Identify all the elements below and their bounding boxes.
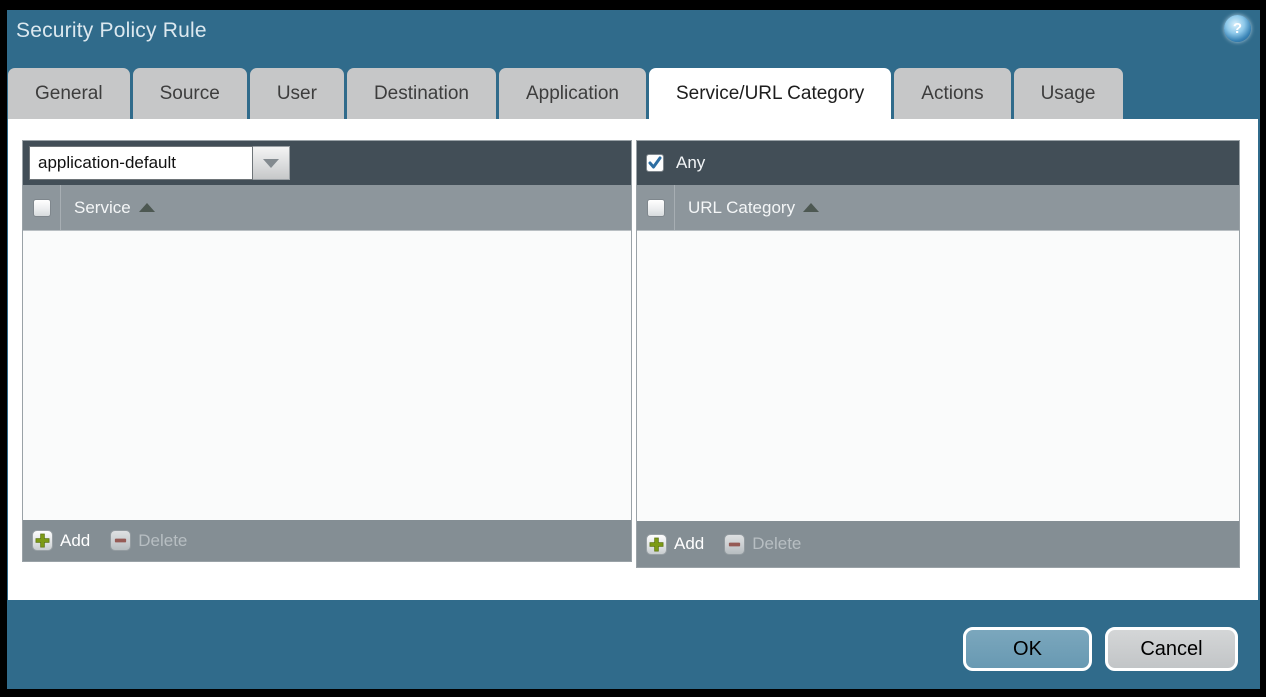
url-category-add-label: Add bbox=[674, 534, 704, 554]
service-mode-dropdown-button[interactable] bbox=[253, 146, 290, 180]
tab-actions[interactable]: Actions bbox=[894, 68, 1010, 119]
help-glyph: ? bbox=[1233, 20, 1242, 37]
dialog-title: Security Policy Rule bbox=[16, 19, 207, 43]
tab-destination[interactable]: Destination bbox=[347, 68, 496, 119]
cancel-button[interactable]: Cancel bbox=[1105, 627, 1238, 671]
minus-icon bbox=[110, 530, 131, 551]
tab-user[interactable]: User bbox=[250, 68, 344, 119]
service-panel-header bbox=[23, 141, 631, 185]
url-category-delete-button: Delete bbox=[724, 534, 801, 555]
url-category-add-button[interactable]: Add bbox=[646, 534, 704, 555]
minus-icon bbox=[724, 534, 745, 555]
service-column-label: Service bbox=[74, 198, 131, 218]
url-category-panel-header: Any bbox=[637, 141, 1239, 185]
service-add-button[interactable]: Add bbox=[32, 530, 90, 551]
service-select-all-cell bbox=[23, 185, 61, 230]
service-list bbox=[23, 231, 631, 520]
service-panel-footer: Add Delete bbox=[23, 520, 631, 561]
service-delete-button: Delete bbox=[110, 530, 187, 551]
tab-source[interactable]: Source bbox=[133, 68, 247, 119]
url-category-select-all-cell bbox=[637, 185, 675, 230]
service-panel: Service Add Delete bbox=[22, 140, 632, 562]
url-category-column-header[interactable]: URL Category bbox=[688, 198, 819, 218]
plus-icon bbox=[646, 534, 667, 555]
plus-icon bbox=[32, 530, 53, 551]
chevron-down-icon bbox=[263, 159, 279, 168]
any-checkbox-label: Any bbox=[676, 153, 705, 173]
url-category-panel: Any URL Category Add bbox=[636, 140, 1240, 568]
url-category-select-all-checkbox[interactable] bbox=[647, 199, 665, 217]
service-mode-input[interactable] bbox=[29, 146, 253, 180]
tab-service-url-category[interactable]: Service/URL Category bbox=[649, 68, 891, 119]
service-column-header-row: Service bbox=[23, 185, 631, 231]
service-column-header[interactable]: Service bbox=[74, 198, 155, 218]
tab-content-area: Service Add Delete bbox=[8, 119, 1258, 600]
help-icon[interactable]: ? bbox=[1224, 15, 1251, 42]
tab-general[interactable]: General bbox=[8, 68, 130, 119]
security-policy-rule-dialog: Security Policy Rule ? General Source Us… bbox=[7, 10, 1260, 689]
url-category-column-label: URL Category bbox=[688, 198, 795, 218]
ok-button[interactable]: OK bbox=[963, 627, 1092, 671]
url-category-column-header-row: URL Category bbox=[637, 185, 1239, 231]
tab-application[interactable]: Application bbox=[499, 68, 646, 119]
url-category-delete-label: Delete bbox=[752, 534, 801, 554]
any-checkbox[interactable] bbox=[646, 154, 664, 172]
sort-ascending-icon bbox=[803, 203, 819, 212]
url-category-panel-footer: Add Delete bbox=[637, 521, 1239, 567]
service-mode-dropdown bbox=[29, 146, 290, 180]
service-select-all-checkbox[interactable] bbox=[33, 199, 51, 217]
tab-usage[interactable]: Usage bbox=[1014, 68, 1123, 119]
sort-ascending-icon bbox=[139, 203, 155, 212]
url-category-list bbox=[637, 231, 1239, 521]
tab-bar: General Source User Destination Applicat… bbox=[8, 68, 1123, 119]
service-add-label: Add bbox=[60, 531, 90, 551]
service-delete-label: Delete bbox=[138, 531, 187, 551]
